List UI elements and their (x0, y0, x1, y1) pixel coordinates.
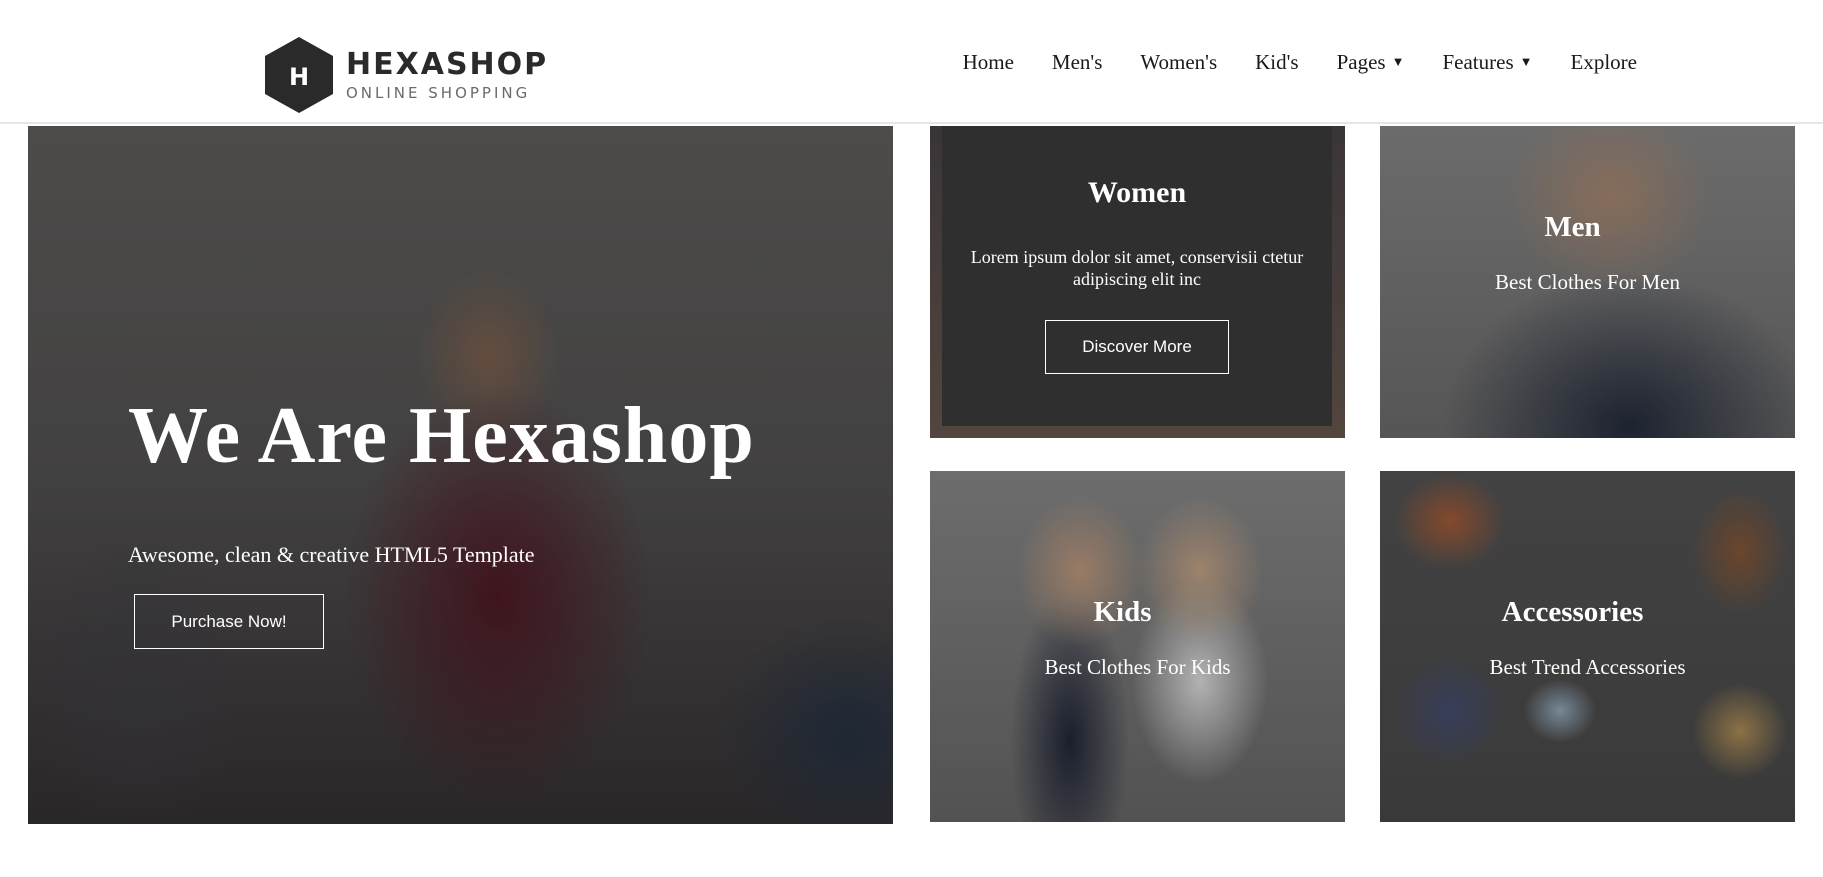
card-description-women: Lorem ipsum dolor sit amet, conservisii … (970, 247, 1304, 289)
main-nav: Home Men's Women's Kid's Pages ▼ Features… (925, 0, 1637, 124)
logo[interactable]: H HEXASHOP ONLINE SHOPPING (264, 36, 548, 114)
logo-subtitle: ONLINE SHOPPING (346, 83, 531, 102)
purchase-now-button[interactable]: Purchase Now! (134, 594, 324, 649)
nav-mens[interactable]: Men's (1052, 50, 1102, 75)
category-card-men[interactable]: Men Best Clothes For Men (1380, 126, 1795, 438)
nav-pages[interactable]: Pages ▼ (1337, 50, 1405, 75)
logo-title: HEXASHOP (346, 46, 549, 82)
category-card-kids[interactable]: Kids Best Clothes For Kids (930, 471, 1345, 822)
nav-home[interactable]: Home (963, 50, 1014, 75)
nav-kids[interactable]: Kid's (1255, 50, 1298, 75)
card-subtitle-kids: Best Clothes For Kids (1044, 655, 1231, 679)
caret-down-icon: ▼ (1519, 54, 1533, 69)
nav-features[interactable]: Features ▼ (1442, 50, 1532, 75)
site-header: H HEXASHOP ONLINE SHOPPING Home Men's Wo… (0, 0, 1823, 124)
caret-down-icon: ▼ (1391, 54, 1405, 69)
category-card-accessories[interactable]: Accessories Best Trend Accessories (1380, 471, 1795, 822)
nav-explore[interactable]: Explore (1571, 50, 1637, 75)
card-title-men: Men (1544, 211, 1601, 243)
card-title-women: Women (1087, 176, 1187, 209)
hero-subtitle: Awesome, clean & creative HTML5 Template (128, 542, 535, 567)
card-title-kids: Kids (1093, 596, 1152, 628)
nav-womens[interactable]: Women's (1140, 50, 1217, 75)
card-title-accessories: Accessories (1501, 596, 1644, 628)
hero-title: We Are Hexashop (128, 392, 755, 480)
hexagon-logo-icon: H (264, 36, 334, 114)
category-card-women[interactable]: Women Lorem ipsum dolor sit amet, conser… (930, 126, 1345, 438)
hero-banner: We Are Hexashop Awesome, clean & creativ… (28, 126, 893, 824)
card-subtitle-accessories: Best Trend Accessories (1489, 655, 1686, 679)
card-subtitle-men: Best Clothes For Men (1495, 270, 1680, 294)
women-hover-overlay: Women Lorem ipsum dolor sit amet, conser… (942, 126, 1332, 426)
logo-letter: H (289, 63, 309, 91)
discover-more-button[interactable]: Discover More (1045, 320, 1229, 374)
